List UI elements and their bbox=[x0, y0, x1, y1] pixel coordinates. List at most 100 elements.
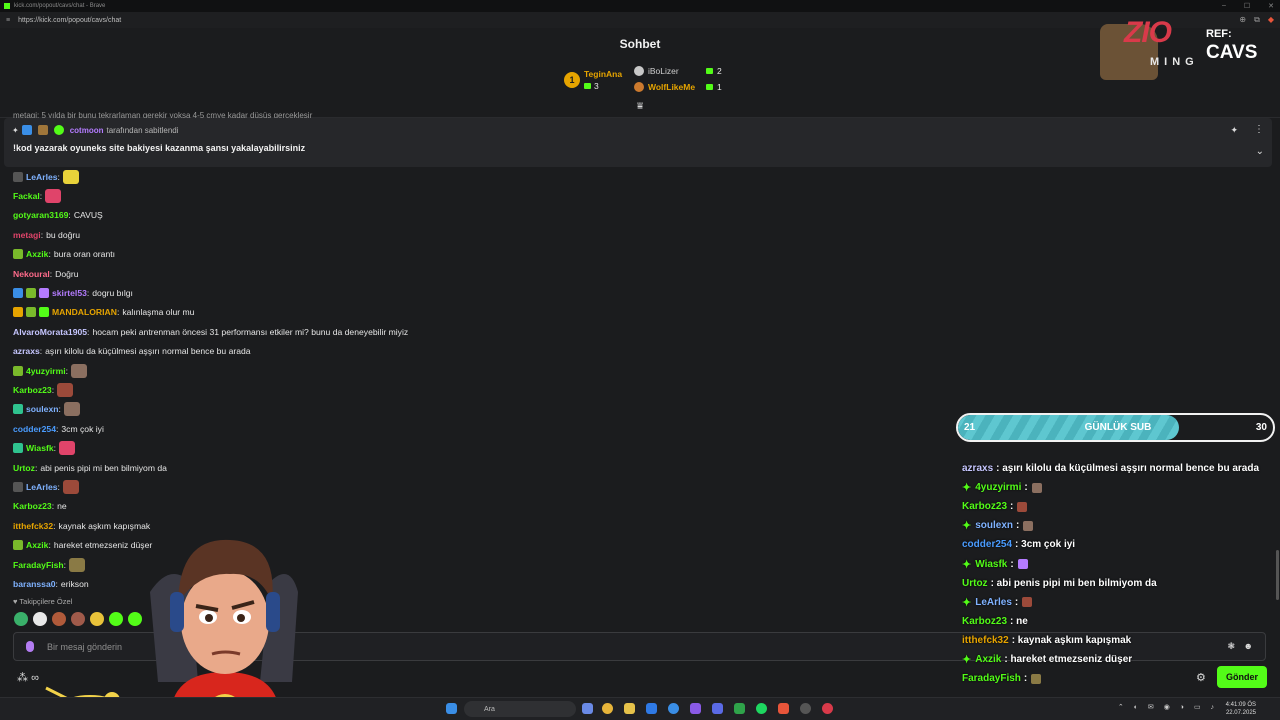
chat-username[interactable]: AlvaroMorata1905 bbox=[13, 327, 87, 337]
chat-username[interactable]: FaradayFish bbox=[13, 560, 64, 570]
chat-tools: ⁂ ∞ bbox=[17, 671, 39, 684]
url-field[interactable]: https://kick.com/popout/cavs/chat bbox=[18, 17, 121, 24]
infinity-icon[interactable]: ∞ bbox=[31, 672, 39, 684]
leaderboard-third[interactable]: WolfLikeMe 1 bbox=[634, 82, 722, 92]
leaderboard-first[interactable]: 1 TeginAna 3 bbox=[564, 69, 622, 91]
pinned-message[interactable]: ✦ cotmoon tarafından sabitlendi !kod yaz… bbox=[4, 118, 1272, 167]
chat-username[interactable]: LeArles bbox=[26, 482, 58, 492]
chat-message: Urtoz: abi penis pipi mi ben bilmiyom da bbox=[13, 458, 633, 477]
chat-username[interactable]: Axzik bbox=[26, 249, 48, 259]
chat-message: Axzik: hareket etmezseniz düşer bbox=[13, 535, 633, 554]
follower-emote-icon[interactable] bbox=[109, 612, 123, 626]
chat-username[interactable]: Karboz23 bbox=[13, 501, 52, 511]
chat-username[interactable]: Urtoz bbox=[13, 463, 35, 473]
microphone-icon[interactable] bbox=[26, 641, 34, 652]
chat-separator: : bbox=[57, 171, 60, 182]
copilot-icon[interactable] bbox=[582, 703, 593, 714]
emote-icon[interactable] bbox=[57, 382, 74, 397]
emote-icon[interactable] bbox=[45, 189, 62, 204]
leaderboard-second[interactable]: iBoLizer 2 bbox=[634, 66, 722, 76]
chat-username[interactable]: soulexn bbox=[26, 404, 58, 414]
chat-username[interactable]: azraxs bbox=[13, 346, 40, 356]
emote-icon[interactable] bbox=[63, 402, 80, 417]
sub-star-icon: ✦ bbox=[962, 653, 972, 666]
start-menu-icon[interactable] bbox=[446, 703, 457, 714]
chat-username[interactable]: Fackal bbox=[13, 191, 40, 201]
overlay-text: : ne bbox=[1010, 615, 1028, 627]
chat-username[interactable]: Karboz23 bbox=[13, 385, 52, 395]
chat-username[interactable]: Nekoural bbox=[13, 269, 50, 279]
chevron-down-icon[interactable]: ⌄ bbox=[1256, 146, 1264, 157]
app-icon-2[interactable] bbox=[822, 703, 833, 714]
chat-username[interactable]: Axzik bbox=[26, 540, 48, 550]
chat-separator: : bbox=[48, 540, 51, 551]
chat-username[interactable]: itthefck32 bbox=[13, 521, 53, 531]
spotify-icon[interactable] bbox=[756, 703, 767, 714]
more-options-icon[interactable]: ⋮ bbox=[1254, 124, 1264, 135]
chat-message: codder254:3cm çok iyi bbox=[13, 419, 633, 438]
chat-separator: : bbox=[55, 578, 58, 589]
chat-username[interactable]: metagi bbox=[13, 230, 41, 240]
unpin-icon[interactable]: ✦ bbox=[1230, 125, 1238, 136]
chrome-icon[interactable] bbox=[602, 703, 613, 714]
chat-message: Karboz23: bbox=[13, 380, 633, 399]
overlay-message: azraxs: aşırı kilolu da küçülmesi aşşırı… bbox=[962, 459, 1280, 478]
chat-messages: LeArles: Fackal: gotyaran3169: CAVUŞ metagi:… bbox=[13, 167, 633, 594]
points-icon[interactable]: ⁂ bbox=[17, 672, 28, 684]
chat-username[interactable]: Wiasfk bbox=[26, 443, 54, 453]
follower-emote-icon[interactable] bbox=[33, 612, 47, 626]
follower-emote-icon[interactable] bbox=[14, 612, 28, 626]
overlay-chat-feed: azraxs: aşırı kilolu da küçülmesi aşşırı… bbox=[962, 459, 1280, 688]
chat-username[interactable]: skirtel53 bbox=[52, 288, 87, 298]
overlay-message: ✦ LeArles: bbox=[962, 593, 1280, 612]
follower-emote-icon[interactable] bbox=[52, 612, 66, 626]
follower-emote-icon[interactable] bbox=[128, 612, 142, 626]
pinned-by-user[interactable]: cotmoon bbox=[70, 126, 104, 135]
taskbar-clock[interactable]: 4:41:09 ÖS 22.07.2025 bbox=[1226, 701, 1256, 717]
user-badge-icon bbox=[13, 171, 23, 182]
chat-username[interactable]: 4yuzyirmi bbox=[26, 366, 66, 376]
chat-separator: : bbox=[86, 288, 90, 299]
file-explorer-icon[interactable] bbox=[624, 703, 635, 714]
whatsapp-icon[interactable] bbox=[734, 703, 745, 714]
sponsor-logo-subtext: MING bbox=[1150, 56, 1199, 68]
chat-username[interactable]: codder254 bbox=[13, 424, 56, 434]
chat-separator: : bbox=[65, 365, 69, 376]
follower-emote-icon[interactable] bbox=[90, 612, 104, 626]
taskbar-search[interactable]: Ara bbox=[464, 701, 576, 717]
menu-icon[interactable]: ≡ bbox=[6, 17, 10, 24]
follower-emote-icon[interactable] bbox=[71, 612, 85, 626]
overlay-message: itthefck32: kaynak aşkım kapışmak bbox=[962, 631, 1280, 650]
chat-username[interactable]: MANDALORIAN bbox=[52, 307, 117, 317]
emote-icon[interactable] bbox=[62, 479, 79, 494]
chat-username[interactable]: baranssa0 bbox=[13, 579, 56, 589]
emote-icon[interactable] bbox=[59, 441, 76, 456]
emote-icon[interactable] bbox=[71, 363, 88, 378]
leaderboard-third-count: 1 bbox=[717, 82, 722, 92]
og-badge-icon bbox=[37, 125, 48, 135]
overlay-scrollbar[interactable] bbox=[1276, 550, 1279, 600]
brave-icon[interactable] bbox=[778, 703, 789, 714]
sub-goal-target: 30 bbox=[1255, 422, 1267, 433]
edge-icon[interactable] bbox=[646, 703, 657, 714]
emote-icon[interactable] bbox=[69, 557, 86, 572]
chat-message: skirtel53: dogru bılgı bbox=[13, 283, 633, 302]
user-badge-icon bbox=[39, 288, 49, 299]
chat-username[interactable]: LeArles bbox=[26, 172, 58, 182]
taskbar-search-placeholder: Ara bbox=[484, 705, 495, 713]
maximize-button[interactable]: ☐ bbox=[1244, 2, 1250, 10]
close-window-button[interactable]: ✕ bbox=[1268, 2, 1274, 10]
expand-leaderboard-icon[interactable]: ⩸ bbox=[634, 101, 646, 112]
chat-message: Wiasfk: bbox=[13, 438, 633, 457]
followers-emote-row bbox=[14, 612, 142, 626]
overlay-username: Axzik bbox=[975, 653, 1002, 665]
chat-username[interactable]: gotyaran3169 bbox=[13, 210, 68, 220]
obs-icon[interactable] bbox=[800, 703, 811, 714]
ccleaner-icon[interactable] bbox=[668, 703, 679, 714]
emote-icon[interactable] bbox=[62, 169, 79, 184]
discord-icon[interactable] bbox=[712, 703, 723, 714]
app-icon[interactable] bbox=[690, 703, 701, 714]
chat-text: kaynak aşkım kapışmak bbox=[58, 520, 151, 531]
minimize-button[interactable]: – bbox=[1222, 2, 1226, 10]
system-tray[interactable]: ⌃ ◐ ✉ ◉ ◑ ▭ ♪ bbox=[1118, 703, 1218, 711]
